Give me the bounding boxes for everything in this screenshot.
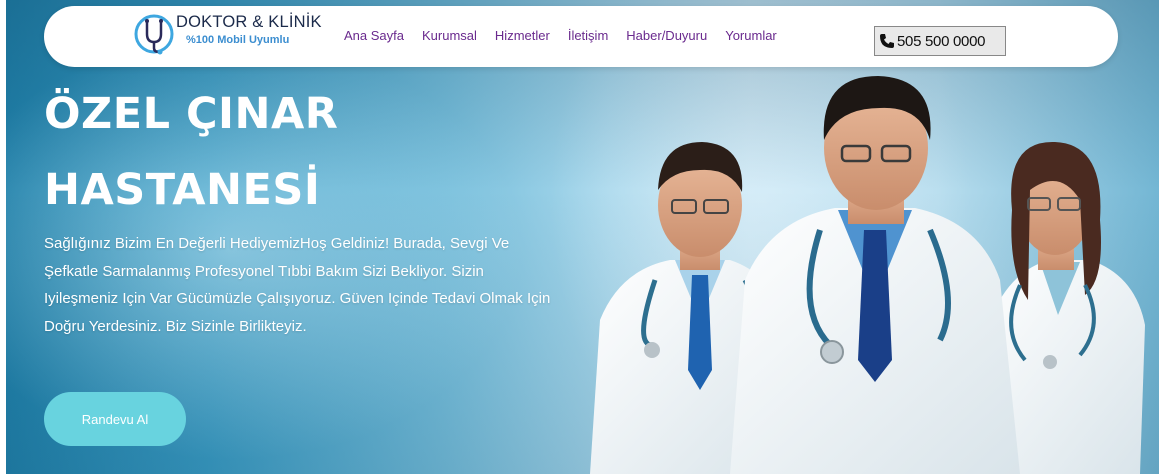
nav-item-kurumsal[interactable]: Kurumsal (422, 28, 477, 43)
phone-icon (880, 34, 894, 48)
hero-title-line2: HASTANESİ (44, 165, 321, 215)
hero-description: Sağlığınız Bizim En Değerli HediyemizHoş… (44, 235, 551, 335)
phone-number: 505 500 0000 (897, 32, 986, 50)
hero-banner: DOKTOR & KLİNİK %100 Mobil Uyumlu Ana Sa… (0, 0, 1173, 474)
doctors-image (590, 76, 1145, 474)
navbar: DOKTOR & KLİNİK %100 Mobil Uyumlu Ana Sa… (44, 6, 1118, 67)
frame-right-edge (1159, 0, 1173, 474)
doctor-center (730, 76, 1020, 474)
appointment-button[interactable]: Randevu Al (44, 392, 186, 446)
nav-item-yorumlar[interactable]: Yorumlar (725, 28, 777, 43)
frame-left-edge (0, 0, 6, 474)
hero-title-line1: ÖZEL ÇINAR (44, 89, 339, 139)
logo-subtitle: %100 Mobil Uyumlu (186, 34, 290, 46)
main-menu: Ana Sayfa Kurumsal Hizmetler İletişim Ha… (344, 28, 795, 43)
nav-item-haber-duyuru[interactable]: Haber/Duyuru (626, 28, 707, 43)
stethoscope-logo-icon (134, 14, 174, 55)
site-logo[interactable]: DOKTOR & KLİNİK %100 Mobil Uyumlu (134, 10, 344, 62)
nav-item-hizmetler[interactable]: Hizmetler (495, 28, 550, 43)
nav-item-iletisim[interactable]: İletişim (568, 28, 608, 43)
hero-title: ÖZEL ÇINAR HASTANESİ (44, 76, 564, 228)
phone-button[interactable]: 505 500 0000 (874, 26, 1006, 56)
logo-title: DOKTOR & KLİNİK (176, 13, 322, 31)
nav-item-ana-sayfa[interactable]: Ana Sayfa (344, 28, 404, 43)
